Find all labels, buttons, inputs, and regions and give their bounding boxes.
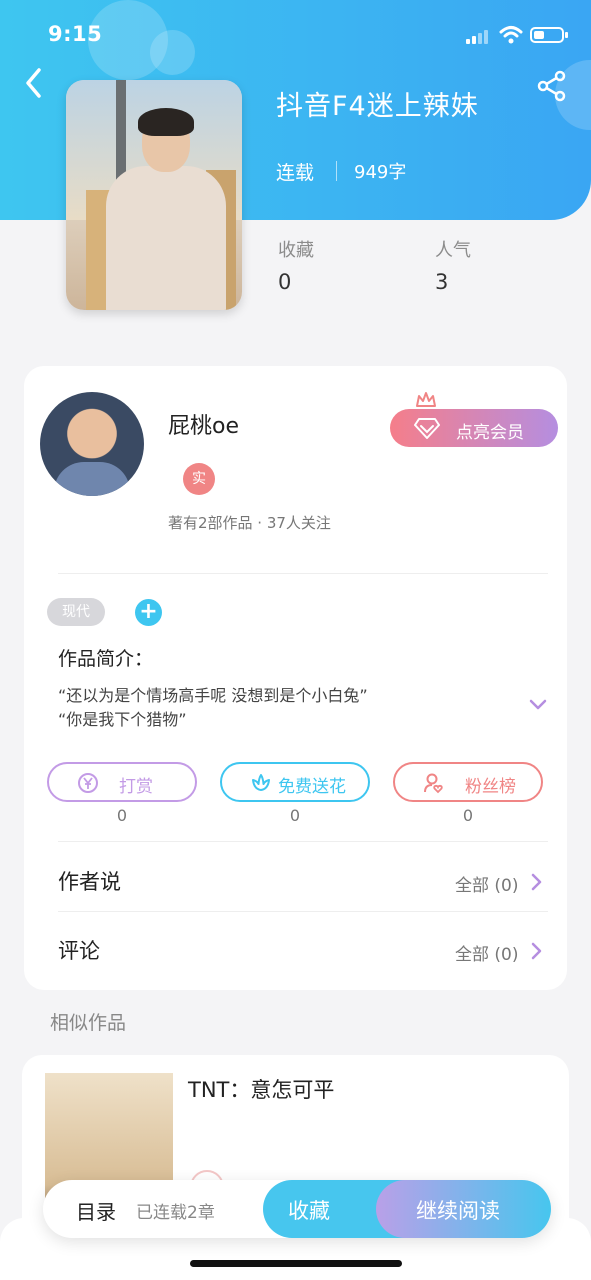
back-icon[interactable] <box>22 66 46 100</box>
intro-line: “还以为是个情场高手呢 没想到是个小白兔” <box>58 686 368 705</box>
book-cover[interactable] <box>66 80 242 310</box>
stat-favorites-value: 0 <box>278 270 292 294</box>
continue-reading-label: 继续阅读 <box>416 1199 500 1223</box>
chevron-right-icon <box>531 942 542 960</box>
stat-popularity-label: 人气 <box>435 240 471 261</box>
flower-icon <box>252 774 270 791</box>
genre-tag[interactable]: 现代 <box>47 598 105 626</box>
author-notes-title: 作者说 <box>58 870 121 894</box>
wifi-icon <box>499 26 523 44</box>
verified-badge: 实 <box>183 463 215 495</box>
status-bar: 9:15 <box>0 0 591 70</box>
tip-count: 0 <box>116 806 128 825</box>
divider <box>58 573 548 574</box>
book-status: 连载 <box>276 162 315 184</box>
comments-title: 评论 <box>58 939 100 963</box>
send-flower-button[interactable]: 免费送花 <box>220 762 370 802</box>
book-title: 抖音F4迷上辣妹 <box>276 91 479 122</box>
diamond-icon <box>414 418 440 439</box>
flower-count: 0 <box>289 806 301 825</box>
divider <box>58 911 548 912</box>
user-heart-icon <box>424 773 443 794</box>
battery-icon <box>530 27 568 43</box>
signal-icon <box>466 30 492 44</box>
similar-section-title: 相似作品 <box>50 1012 127 1034</box>
intro-line: “你是我下个猎物” <box>58 710 187 729</box>
stat-favorites-label: 收藏 <box>278 240 314 261</box>
author-notes-count: 全部 (0) <box>455 876 519 896</box>
chapter-count: 已连载2章 <box>136 1203 215 1223</box>
fan-ranking-button[interactable]: 粉丝榜 <box>393 762 543 802</box>
send-flower-label: 免费送花 <box>278 777 346 797</box>
divider <box>336 161 337 181</box>
status-time: 9:15 <box>48 22 103 46</box>
share-icon[interactable] <box>536 70 568 102</box>
fan-count: 0 <box>462 806 474 825</box>
comments-count: 全部 (0) <box>455 945 519 965</box>
book-word-count: 949字 <box>354 162 407 183</box>
toc-button[interactable]: 目录 <box>76 1196 116 1225</box>
tip-button-label: 打赏 <box>119 777 153 797</box>
yuan-coin-icon <box>78 773 98 793</box>
author-summary: 著有2部作品 · 37人关注 <box>168 514 331 532</box>
vip-button[interactable]: 点亮会员 <box>390 409 558 447</box>
favorite-button-label: 收藏 <box>288 1199 330 1223</box>
vip-button-label: 点亮会员 <box>456 423 524 443</box>
divider <box>58 841 548 842</box>
fan-ranking-label: 粉丝榜 <box>465 777 516 797</box>
crown-icon <box>416 392 436 407</box>
author-avatar[interactable] <box>40 392 144 496</box>
continue-reading-button[interactable]: 继续阅读 <box>376 1180 551 1238</box>
tip-button[interactable]: 打赏 <box>47 762 197 802</box>
expand-chevron-icon[interactable] <box>528 698 548 712</box>
stat-popularity-value: 3 <box>435 270 449 294</box>
intro-title: 作品简介： <box>58 648 154 670</box>
chevron-right-icon <box>531 873 542 891</box>
add-tag-button[interactable]: + <box>135 599 162 626</box>
similar-work-title[interactable]: TNT：意怎可平 <box>188 1074 334 1104</box>
home-indicator <box>190 1260 402 1267</box>
author-name[interactable]: 屁桃oe <box>168 408 239 440</box>
